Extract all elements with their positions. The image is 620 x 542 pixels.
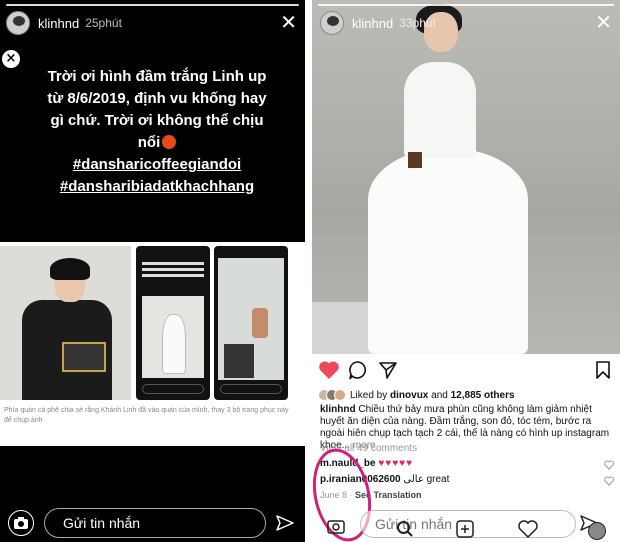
story-time: 25phút [85,16,122,30]
bookmark-icon[interactable] [594,360,612,380]
bottom-tab-bar: Gửi tin nhắn [312,506,620,542]
story-progress-bar [6,4,299,6]
story-header: klinhnd 25phút ✕ [6,10,299,36]
likes-text: Liked by dinovux and 12,885 others [350,389,515,401]
angry-emoji-icon [162,135,177,149]
close-icon[interactable]: ✕ [595,12,612,32]
story-reply-bar: Gửi tin nhắn [0,504,305,542]
caption-line: nổi [137,134,161,151]
send-icon[interactable] [276,514,294,532]
collage-photo-suit [0,246,131,400]
collage-phone-screenshot [214,246,288,400]
comment-like-icon[interactable] [604,460,614,470]
avatar[interactable] [6,11,30,35]
collage-phone-screenshot [136,246,210,400]
comment-like-icon[interactable] [604,476,614,486]
collage-caption: Phía quán cà phê chia sẻ rằng Khánh Linh… [4,407,289,424]
story-time: 33phút [399,16,436,30]
add-post-icon[interactable] [456,520,474,538]
camera-icon[interactable] [326,516,346,536]
profile-avatar-icon[interactable] [588,522,606,540]
search-icon[interactable] [396,520,414,538]
story-username[interactable]: klinhnd [352,16,393,31]
activity-heart-icon[interactable] [518,520,538,538]
likes-summary[interactable]: Liked by dinovux and 12,885 others [318,386,515,404]
story-left: klinhnd 25phút ✕ × Trời ơi hình đầm trắn… [0,0,305,542]
hashtag-link[interactable]: #dansharibiadatkhachhang [22,176,292,198]
heart-icon[interactable] [318,360,340,380]
caption-username[interactable]: klinhnd [320,404,356,415]
comment-icon[interactable] [348,360,368,380]
post-actions [312,356,620,386]
camera-icon[interactable] [8,510,34,536]
story-caption: Trời ơi hình đầm trắng Linh up từ 8/6/20… [22,66,292,198]
story-header: klinhnd 33phút ✕ [320,10,614,36]
avatar[interactable] [320,11,344,35]
story-progress-bar [318,4,614,6]
send-message-input[interactable]: Gửi tin nhắn [44,508,266,538]
caption-line: gì chứ. Trời ơi không thể chịu [50,112,264,129]
story-username[interactable]: klinhnd [38,16,79,31]
avatar [334,389,346,401]
story-collage-image: Phía quán cà phê chia sẻ rằng Khánh Linh… [0,242,305,446]
caption-line: Trời ơi hình đầm trắng Linh up [47,68,267,85]
hashtag-link[interactable]: #dansharicoffeegiandoi [22,154,292,176]
dismiss-icon[interactable]: × [2,50,20,68]
caption-line: từ 8/6/2019, định vu khống hay [47,90,267,107]
post-photo[interactable]: klinhnd 33phút ✕ [312,0,620,354]
share-icon[interactable] [378,360,398,380]
close-icon[interactable]: ✕ [280,12,297,32]
post-right: klinhnd 33phút ✕ Liked by dinovux and 12… [312,0,620,542]
